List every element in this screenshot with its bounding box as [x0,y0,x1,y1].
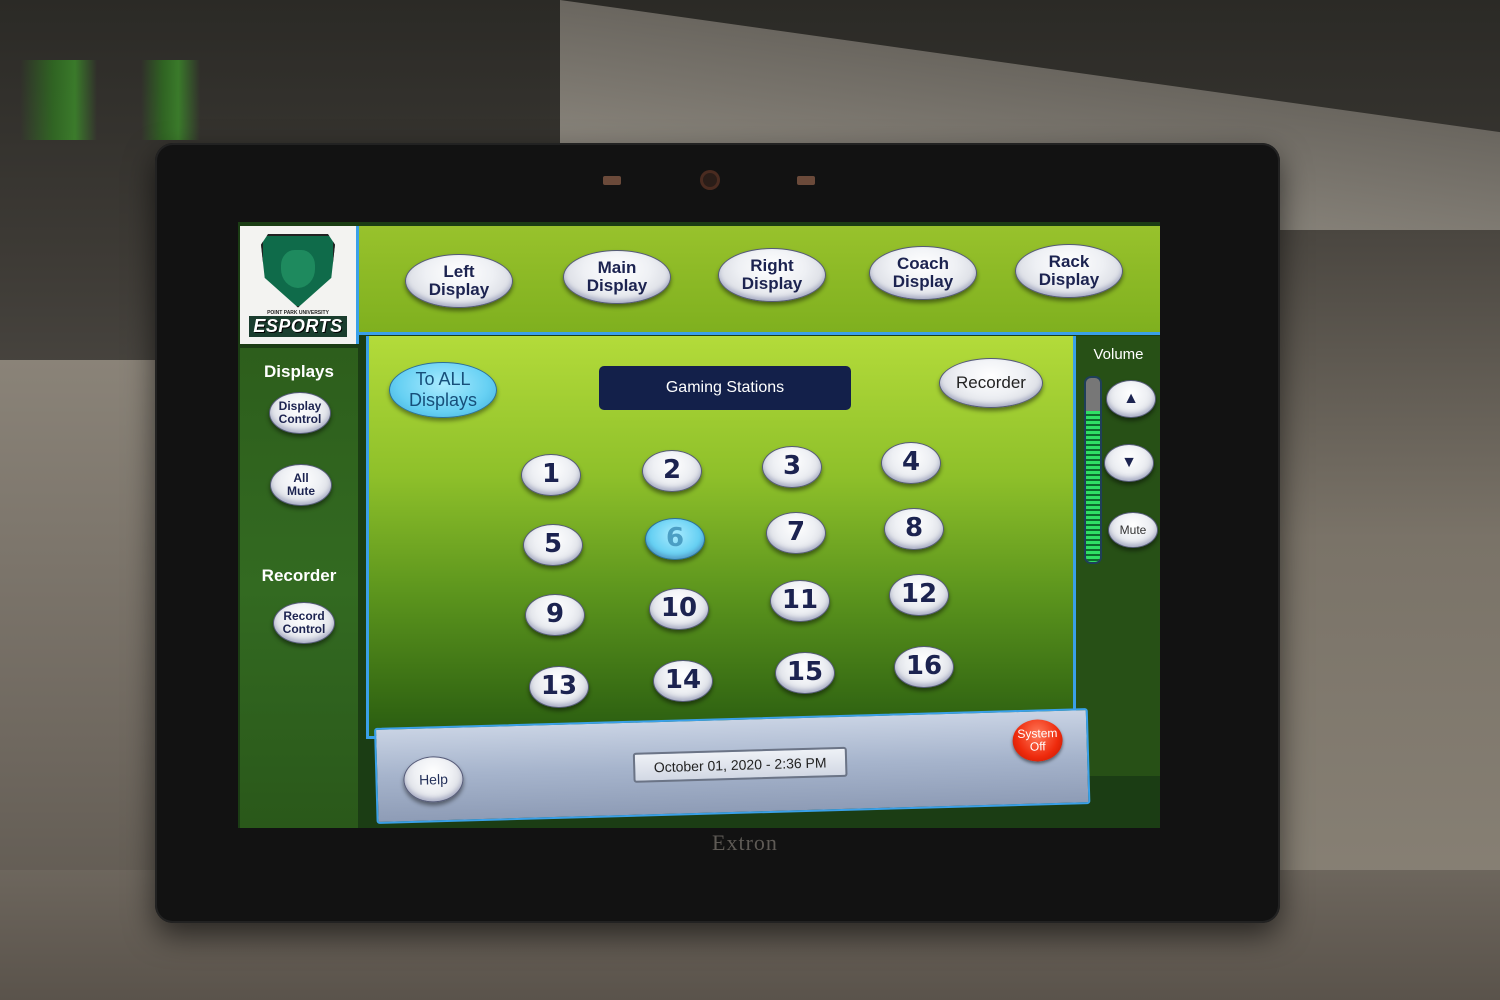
station-6-button[interactable]: 6 [645,518,705,560]
left-display-button[interactable]: Left Display [405,254,513,308]
volume-level-fill [1086,411,1100,562]
logo-title: ESPORTS [249,315,347,337]
button-label: Display [1038,270,1100,289]
button-label: Displays [408,390,478,410]
rack-display-button[interactable]: Rack Display [1015,244,1123,298]
button-label: Off [1029,739,1046,754]
bison-shield-icon [261,233,335,308]
button-label: Rack [1048,252,1090,272]
station-10-button[interactable]: 10 [649,588,709,630]
volume-down-button[interactable]: ▼ [1104,444,1154,482]
sidebar: Displays Display Control All Mute Recorder… [240,348,358,828]
right-display-button[interactable]: Right Display [718,248,826,302]
button-label: Display [892,272,954,291]
help-button[interactable]: Help [402,755,465,804]
station-11-button[interactable]: 11 [770,580,830,622]
recorder-heading: Recorder [261,566,337,585]
to-all-displays-button[interactable]: To ALL Displays [389,362,497,418]
button-label: Left [443,262,475,282]
main-display-button[interactable]: Main Display [563,250,671,304]
coach-display-button[interactable]: Coach Display [869,246,977,300]
station-2-button[interactable]: 2 [642,450,702,492]
station-15-button[interactable]: 15 [775,652,835,694]
button-label: Right [750,256,794,276]
station-13-button[interactable]: 13 [529,666,589,708]
device-brand: Extron [712,830,778,855]
gaming-stations-panel: To ALL Displays Gaming Stations Recorder … [366,336,1076,739]
station-12-button[interactable]: 12 [889,574,949,616]
triangle-up-icon: ▲ [1123,389,1139,407]
volume-level-meter[interactable] [1084,376,1102,564]
display-control-button[interactable]: Display Control [269,392,331,434]
date-time-display: October 01, 2020 - 2:36 PM [632,746,848,783]
station-14-button[interactable]: 14 [653,660,713,702]
status-bar: Help October 01, 2020 - 2:36 PM System Of… [374,708,1091,824]
station-16-button[interactable]: 16 [894,646,954,688]
button-label: Display [428,280,490,299]
volume-up-button[interactable]: ▲ [1106,380,1156,418]
station-1-button[interactable]: 1 [521,454,581,496]
mute-button[interactable]: Mute [1108,512,1158,548]
system-off-button[interactable]: System Off [1012,718,1064,763]
page-title: Gaming Stations [599,366,851,410]
button-label: To ALL [415,369,471,390]
button-label: Control [278,412,322,426]
button-label: Mute [287,484,315,498]
all-mute-button[interactable]: All Mute [270,464,332,506]
displays-heading: Displays [264,362,334,381]
volume-label: Volume [1093,346,1144,363]
station-4-button[interactable]: 4 [881,442,941,484]
button-label: Control [282,622,326,636]
button-label: Coach [897,254,949,274]
button-label: Main [597,258,637,278]
record-control-button[interactable]: Record Control [273,602,335,644]
sensor-led-left [603,176,621,185]
button-label: Display [586,276,648,295]
station-5-button[interactable]: 5 [523,524,583,566]
button-label: Display [741,274,803,293]
recorder-button[interactable]: Recorder [939,358,1043,408]
background-chairs [20,60,240,140]
touch-screen: POINT PARK UNIVERSITY ESPORTS Left Displa… [238,222,1160,828]
station-8-button[interactable]: 8 [884,508,944,550]
triangle-down-icon: ▼ [1121,453,1137,471]
station-7-button[interactable]: 7 [766,512,826,554]
display-selector-bar: Left Display Main Display Right Display Coa… [359,226,1160,335]
esports-logo: POINT PARK UNIVERSITY ESPORTS [240,226,359,344]
station-9-button[interactable]: 9 [525,594,585,636]
camera-icon [700,170,720,190]
sensor-led-right [797,176,815,185]
station-3-button[interactable]: 3 [762,446,822,488]
